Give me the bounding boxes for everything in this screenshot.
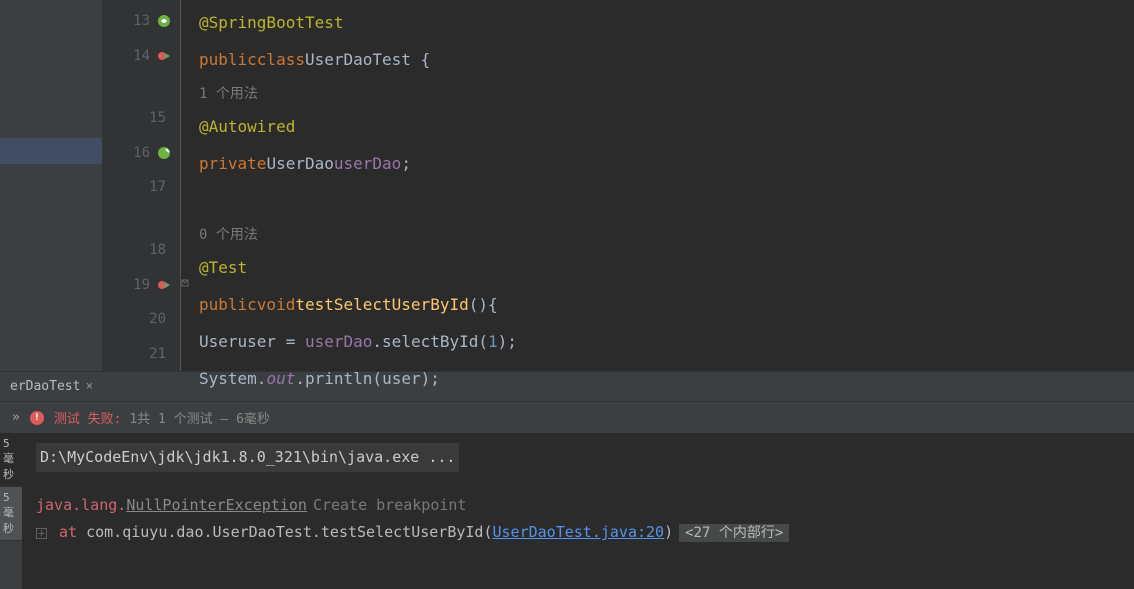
line-number: 14	[133, 48, 150, 64]
code-hint-line: 0 个用法	[199, 219, 1134, 249]
gutter-line[interactable]: 14	[102, 39, 180, 74]
time-tab[interactable]: 5毫秒	[0, 433, 22, 487]
sidebar-selection	[0, 138, 102, 164]
console-output[interactable]: D:\MyCodeEnv\jdk\jdk1.8.0_321\bin\java.e…	[22, 433, 1134, 589]
code-editor[interactable]: @SpringBootTest public class UserDaoTest…	[180, 0, 1134, 371]
chevron-icon[interactable]: »	[12, 410, 20, 425]
time-tabs: 5毫秒 5毫秒	[0, 433, 22, 541]
tab-userdaotest[interactable]: erDaoTest ×	[0, 374, 103, 399]
stack-trace-line: + at com.qiuyu.dao.UserDaoTest.testSelect…	[36, 519, 1120, 546]
error-icon: !	[30, 411, 44, 425]
exception-line: java.lang.NullPointerException Create bre…	[36, 492, 1120, 519]
close-icon[interactable]: ×	[85, 379, 93, 394]
console-sidebar: 5毫秒 5毫秒	[0, 433, 22, 589]
annotation: @SpringBootTest	[199, 13, 344, 32]
test-detail: 1共 1 个测试 – 6毫秒	[129, 412, 270, 427]
code-line: @Autowired	[199, 108, 1134, 145]
editor-area: 13 14 15 16 17 18 19	[0, 0, 1134, 371]
spring-icon[interactable]	[156, 13, 172, 29]
console-command-line: D:\MyCodeEnv\jdk\jdk1.8.0_321\bin\java.e…	[36, 443, 1120, 472]
code-line: System.out.println(user);	[199, 360, 1134, 397]
bean-icon[interactable]	[156, 145, 172, 161]
run-test-icon[interactable]	[156, 48, 172, 64]
gutter-line[interactable]: 18	[102, 233, 180, 268]
tab-label: erDaoTest	[10, 379, 80, 394]
time-tab[interactable]: 5毫秒	[0, 487, 22, 541]
line-number: 21	[149, 346, 166, 362]
command-text: D:\MyCodeEnv\jdk\jdk1.8.0_321\bin\java.e…	[36, 443, 459, 472]
code-line	[199, 182, 1134, 219]
exception-class[interactable]: NullPointerException	[126, 496, 307, 514]
gutter-line[interactable]: 21	[102, 336, 180, 371]
code-line: public class UserDaoTest {	[199, 41, 1134, 78]
gutter-line[interactable]: 20	[102, 302, 180, 337]
line-number: 13	[133, 13, 150, 29]
gutter-line[interactable]	[102, 73, 180, 101]
test-fail-label: 测试 失败:	[54, 412, 122, 427]
gutter-line[interactable]: 13	[102, 4, 180, 39]
line-number: 16	[133, 145, 150, 161]
create-breakpoint-hint[interactable]: Create breakpoint	[313, 496, 467, 514]
code-line: @Test	[199, 249, 1134, 286]
line-number: 20	[149, 311, 166, 327]
usage-hint[interactable]: 0 个用法	[199, 224, 258, 244]
line-number: 18	[149, 242, 166, 258]
editor-gutter: 13 14 15 16 17 18 19	[102, 0, 180, 371]
expand-icon[interactable]: +	[36, 528, 47, 539]
test-status-bar: » ! 测试 失败: 1共 1 个测试 – 6毫秒	[0, 401, 1134, 433]
usage-hint[interactable]: 1 个用法	[199, 83, 258, 103]
stack-at: at	[59, 523, 77, 541]
line-number: 15	[149, 110, 166, 126]
exception-package: java.lang.	[36, 496, 126, 514]
project-sidebar	[0, 0, 102, 371]
line-number: 17	[149, 179, 166, 195]
stack-more-frames[interactable]: <27 个内部行>	[679, 524, 789, 542]
console-area: 5毫秒 5毫秒 D:\MyCodeEnv\jdk\jdk1.8.0_321\bi…	[0, 433, 1134, 589]
gutter-line[interactable]: 16	[102, 136, 180, 171]
line-number: 19	[133, 277, 150, 293]
fold-icon[interactable]	[180, 278, 190, 291]
run-test-icon[interactable]	[156, 277, 172, 293]
code-line: User user = userDao.selectById(1);	[199, 323, 1134, 360]
code-line: private UserDao userDao;	[199, 145, 1134, 182]
stack-source-link[interactable]: UserDaoTest.java:20	[492, 523, 664, 541]
gutter-line[interactable]: 19	[102, 267, 180, 302]
code-hint-line: 1 个用法	[199, 78, 1134, 108]
gutter-line[interactable]	[102, 205, 180, 233]
code-line: @SpringBootTest	[199, 4, 1134, 41]
stack-method: com.qiuyu.dao.UserDaoTest.testSelectUser…	[77, 523, 483, 541]
gutter-line[interactable]: 15	[102, 101, 180, 136]
gutter-line[interactable]: 17	[102, 170, 180, 205]
code-line: public void testSelectUserById(){	[199, 286, 1134, 323]
